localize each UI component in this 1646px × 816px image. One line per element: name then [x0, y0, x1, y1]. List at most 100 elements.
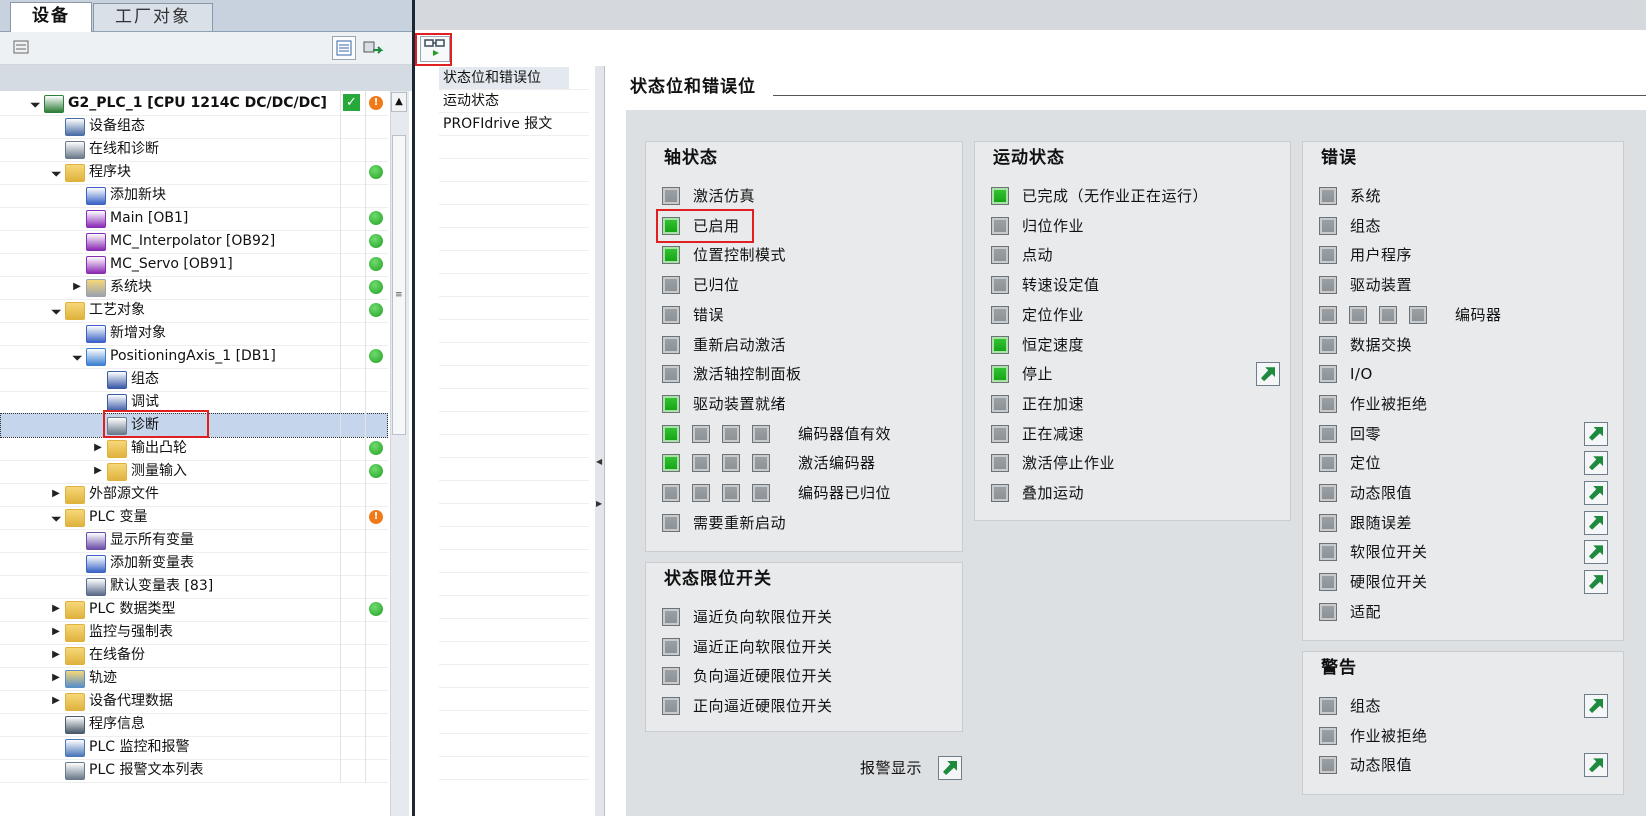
- status-ok-icon: [369, 165, 383, 179]
- tree-item[interactable]: MC_Servo [OB91]: [0, 252, 388, 277]
- expand-arrow-icon[interactable]: ▶: [91, 459, 105, 483]
- expand-arrow-icon[interactable]: ▶: [49, 482, 63, 506]
- nav-row-line: [439, 733, 589, 734]
- collapse-left-icon[interactable]: ◀: [596, 452, 602, 472]
- tree-item[interactable]: PLC 监控和报警: [0, 735, 388, 760]
- tree-item[interactable]: 显示所有变量: [0, 528, 388, 553]
- tree-item[interactable]: ▶ 设备代理数据: [0, 689, 388, 714]
- tree-item[interactable]: ▶ 在线备份: [0, 643, 388, 668]
- status-label: 定位: [1350, 454, 1382, 473]
- jump-to-settings-button[interactable]: [1584, 570, 1608, 595]
- nav-row-line: [439, 204, 589, 205]
- nav-item[interactable]: 状态位和错误位: [439, 67, 569, 89]
- tree-item[interactable]: ▶ 输出凸轮: [0, 436, 388, 461]
- status-row: 组态: [1302, 211, 1624, 241]
- expand-arrow-icon[interactable]: ▶: [49, 620, 63, 644]
- tree-item[interactable]: 组态: [0, 367, 388, 392]
- status-row: 激活仿真: [645, 181, 963, 211]
- column-separator: [365, 252, 366, 276]
- jump-to-settings-button[interactable]: [1584, 481, 1608, 505]
- jump-to-settings-button[interactable]: [1584, 421, 1608, 446]
- status-label: 定位作业: [1022, 305, 1085, 324]
- tree-item[interactable]: 添加新块: [0, 183, 388, 208]
- tree-item[interactable]: 默认变量表 [83]: [0, 574, 388, 599]
- status-row: 正在加速: [974, 389, 1291, 419]
- tree-item[interactable]: ◢ PositioningAxis_1 [DB1]: [0, 344, 388, 369]
- status-led-off-icon: [1319, 335, 1337, 354]
- status-led-off-icon: [1319, 602, 1337, 621]
- tree-item[interactable]: ◢ G2_PLC_1 [CPU 1214C DC/DC/DC] ✓!: [0, 91, 388, 116]
- jump-to-settings-button[interactable]: [1584, 540, 1608, 565]
- status-led-off-icon: [752, 424, 770, 443]
- nav-row-line: [439, 572, 589, 573]
- show-tags-icon: [86, 532, 106, 550]
- tree-item[interactable]: 诊断: [0, 410, 388, 438]
- tab-plant-objects[interactable]: 工厂对象: [93, 3, 213, 31]
- tree-item[interactable]: 设备组态: [0, 114, 388, 139]
- expand-arrow-icon[interactable]: ▶: [49, 643, 63, 667]
- expand-arrow-icon[interactable]: ▶: [91, 436, 105, 460]
- status-led-off-icon: [1319, 756, 1337, 775]
- tree-item[interactable]: ▶ PLC 数据类型: [0, 597, 388, 622]
- status-led-off-icon: [662, 335, 680, 354]
- tree-item[interactable]: 添加新变量表: [0, 551, 388, 576]
- expand-arrow-icon[interactable]: ▶: [49, 689, 63, 713]
- tree-item-label: 外部源文件: [89, 486, 159, 502]
- column-separator: [365, 91, 366, 115]
- column-separator: [365, 735, 366, 759]
- status-label: 编码器已归位: [798, 484, 892, 502]
- tree-item[interactable]: ◢ 工艺对象: [0, 298, 388, 323]
- status-led-off-icon: [991, 305, 1009, 324]
- jump-to-settings-button[interactable]: [1584, 753, 1608, 778]
- nav-row-line: [439, 411, 589, 412]
- tree-item[interactable]: Main [OB1]: [0, 206, 388, 231]
- tree-item-label: 组态: [131, 371, 159, 387]
- status-led-off-icon: [1319, 187, 1337, 205]
- tree-item[interactable]: ◢ 程序块: [0, 160, 388, 185]
- update-icon[interactable]: [361, 36, 385, 60]
- status-led-off-icon: [662, 187, 680, 205]
- tree-item[interactable]: 新增对象: [0, 321, 388, 346]
- column-separator: [365, 666, 366, 690]
- status-label: 激活仿真: [693, 187, 756, 205]
- nav-item[interactable]: 运动状态: [439, 90, 569, 112]
- status-led-off-icon: [662, 305, 680, 324]
- nav-item[interactable]: PROFIdrive 报文: [439, 113, 569, 135]
- column-separator: [340, 528, 341, 552]
- tree-options-icon[interactable]: [10, 36, 34, 60]
- status-led-off-icon: [1319, 216, 1337, 235]
- alarm-display-button[interactable]: [938, 756, 962, 780]
- program-info-icon: [65, 716, 85, 734]
- status-led-off-icon: [1379, 305, 1397, 324]
- tree-item[interactable]: MC_Interpolator [OB92]: [0, 229, 388, 254]
- tree-item-label: 程序块: [89, 164, 131, 180]
- tree-item-label: 添加新变量表: [110, 555, 194, 571]
- expand-arrow-icon[interactable]: ▶: [49, 597, 63, 621]
- jump-to-settings-button[interactable]: [1584, 451, 1608, 476]
- status-led-off-icon: [1319, 394, 1337, 413]
- nav-row-line: [439, 480, 589, 481]
- tree-item[interactable]: ▶ 监控与强制表: [0, 620, 388, 645]
- tree-item[interactable]: 程序信息: [0, 712, 388, 737]
- expand-arrow-icon[interactable]: ▶: [49, 666, 63, 690]
- editor-title-strip: [415, 0, 1646, 31]
- jump-to-settings-button[interactable]: [1256, 362, 1280, 387]
- tree-item[interactable]: ▶ 测量输入: [0, 459, 388, 484]
- column-separator: [365, 137, 366, 161]
- tree-item[interactable]: ◢ PLC 变量!: [0, 505, 388, 530]
- scroll-thumb[interactable]: [392, 135, 406, 435]
- scroll-up-button[interactable]: ▲: [391, 92, 407, 112]
- jump-to-settings-button[interactable]: [1584, 694, 1608, 718]
- status-label: 编码器: [1455, 305, 1502, 324]
- tree-item[interactable]: PLC 报警文本列表: [0, 758, 388, 783]
- jump-to-settings-button[interactable]: [1584, 510, 1608, 535]
- tab-devices[interactable]: 设备: [10, 2, 92, 33]
- expand-right-icon[interactable]: ▶: [596, 494, 602, 514]
- navigation-splitter[interactable]: [595, 66, 605, 816]
- column-separator: [340, 344, 341, 368]
- expand-arrow-icon[interactable]: ▶: [70, 275, 84, 299]
- status-label: 驱动装置: [1350, 276, 1413, 295]
- tree-item[interactable]: ▶ 轨迹: [0, 666, 388, 691]
- overview-icon[interactable]: [332, 36, 356, 60]
- column-separator: [340, 482, 341, 506]
